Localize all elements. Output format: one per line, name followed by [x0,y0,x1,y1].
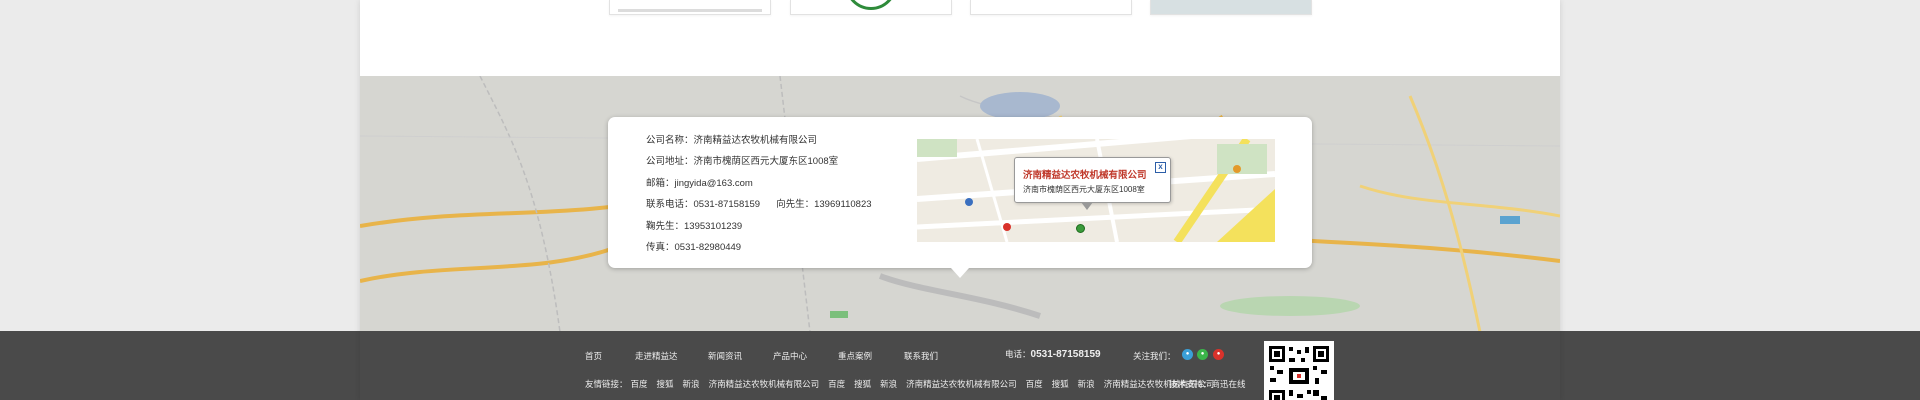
company-email-row: 邮箱：jingyida@163.com [646,177,753,189]
company-phone-row: 联系电话：0531-87158159 向先生：13969110823 [646,199,872,211]
company-address: 济南市槐荫区西元大厦东区1008室 [693,156,839,168]
contact-mobile-2: 13953101239 [684,220,743,232]
tech-support[interactable]: 技术支持：商迅在线 [1169,378,1246,390]
company-address-row: 公司地址：济南市槐荫区西元大厦东区1008室 [646,156,839,168]
qr-code-pattern [1267,344,1331,400]
popup-title: 济南精益达农牧机械有限公司 [1023,171,1147,181]
friend-link[interactable]: 百度 [1026,379,1043,389]
friend-link[interactable]: 新浪 [880,379,897,389]
footer-nav-news[interactable]: 新闻资讯 [708,350,742,362]
friend-link[interactable]: 百度 [828,379,845,389]
contact-details: 公司名称：济南精益达农牧机械有限公司 公司地址：济南市槐荫区西元大厦东区1008… [646,130,872,258]
company-fax-row: 传真：0531-82980449 [646,241,742,253]
mini-map[interactable]: 济南精益达农牧机械有限公司 济南市槐荫区西元大厦东区1008室 x [917,139,1275,242]
company-fax: 0531-82980449 [674,241,742,253]
page-container: 公司名称：济南精益达农牧机械有限公司 公司地址：济南市槐荫区西元大厦东区1008… [360,0,1560,400]
partner-logo-tile-1[interactable] [609,0,771,15]
contact-mobile-1: 13969110823 [814,199,872,211]
friend-link[interactable]: 百度 [631,379,648,389]
friend-link[interactable]: 新浪 [683,379,700,389]
company-email[interactable]: jingyida@163.com [675,178,753,189]
weibo-icon[interactable]: ● [1213,349,1224,360]
friend-link[interactable]: 济南精益达农牧机械有限公司 [709,379,820,389]
footer-phone: 电话：0531-87158159 [1005,349,1101,360]
map-marker-popup: 济南精益达农牧机械有限公司 济南市槐荫区西元大厦东区1008室 x [1014,157,1171,210]
follow-us-label: 关注我们： [1133,351,1176,361]
company-name: 济南精益达农牧机械有限公司 [693,135,818,146]
map-pin-icon[interactable] [1076,224,1085,233]
partner-logo-icon [845,0,897,10]
popup-address: 济南市槐荫区西元大厦东区1008室 [1023,185,1145,194]
location-map[interactable]: 公司名称：济南精益达农牧机械有限公司 公司地址：济南市槐荫区西元大厦东区1008… [360,76,1560,332]
friend-link[interactable]: 搜狐 [854,379,871,389]
close-icon[interactable]: x [1155,162,1166,173]
friend-link[interactable]: 搜狐 [657,379,674,389]
partner-logo-tile-3[interactable] [970,0,1132,15]
site-footer: 首页 走进精益达 新闻资讯 产品中心 重点案例 联系我们 电话：0531-871… [360,331,1560,400]
friend-link[interactable]: 济南精益达农牧机械有限公司 [906,379,1017,389]
contact-mobile-2-row: 鞠先生：13953101239 [646,220,743,232]
footer-nav-products[interactable]: 产品中心 [773,350,807,362]
wechat-icon[interactable]: ● [1197,349,1208,360]
friend-link[interactable]: 新浪 [1078,379,1095,389]
company-name-row: 公司名称：济南精益达农牧机械有限公司 [646,135,818,146]
footer-nav-contact[interactable]: 联系我们 [904,350,938,362]
partner-logo-tile-4[interactable] [1150,0,1312,15]
friend-link[interactable]: 搜狐 [1052,379,1069,389]
partner-logo-tile-2[interactable] [790,0,952,15]
qq-icon[interactable]: ● [1182,349,1193,360]
footer-nav-about[interactable]: 走进精益达 [635,350,678,362]
company-phone: 0531-87158159 [693,199,761,211]
friend-links: 友情链接： 百度 搜狐 新浪 济南精益达农牧机械有限公司 百度 搜狐 新浪 济南精益达农牧机械有… [585,379,1215,389]
footer-nav-home[interactable]: 首页 [585,350,602,362]
qr-code [1264,341,1334,400]
contact-info-card: 公司名称：济南精益达农牧机械有限公司 公司地址：济南市槐荫区西元大厦东区1008… [608,117,1312,278]
footer-nav-cases[interactable]: 重点案例 [838,350,872,362]
